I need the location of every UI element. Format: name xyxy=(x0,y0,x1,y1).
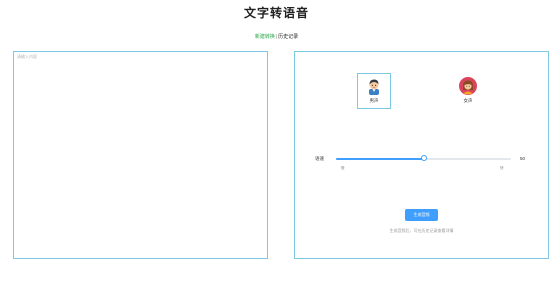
voice-option-female[interactable]: 女声 xyxy=(451,73,485,109)
speed-slider[interactable] xyxy=(336,154,511,164)
tab-bar: 新建转换|历史记录 xyxy=(0,33,553,40)
generate-hint: 生成音频后，可在历史记录查看详情 xyxy=(389,228,454,233)
generate-audio-button[interactable]: 生成音频 xyxy=(405,209,438,221)
slider-min-label: 慢 xyxy=(341,166,345,170)
voice-label-male: 男声 xyxy=(369,98,379,103)
tab-new-task[interactable]: 新建转换 xyxy=(255,34,275,40)
tab-history[interactable]: 历史记录 xyxy=(278,34,298,40)
slider-thumb[interactable] xyxy=(420,155,427,161)
speed-label: 语速 xyxy=(315,156,324,161)
female-avatar-icon xyxy=(459,77,477,95)
voice-label-female: 女声 xyxy=(463,98,473,103)
page-title: 文字转语音 xyxy=(243,6,309,20)
slider-fill xyxy=(336,158,424,160)
speed-value: 50 xyxy=(520,156,526,161)
voice-settings-panel: 男声 女声 语速 50 慢 快 生成音频 生成音频后，可在历史记录查看详情 xyxy=(294,51,549,259)
slider-max-label: 快 xyxy=(500,166,504,170)
tab-separator: | xyxy=(275,34,278,40)
text-input-panel xyxy=(13,51,268,259)
voice-option-male[interactable]: 男声 xyxy=(357,73,391,109)
male-avatar-icon xyxy=(369,79,379,95)
text-input[interactable] xyxy=(17,54,264,255)
